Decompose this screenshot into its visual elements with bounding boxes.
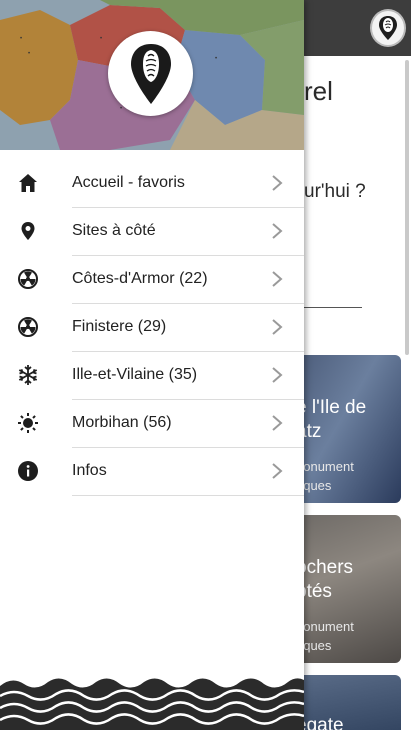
menu-item-finistere[interactable]: Finistere (29) <box>0 304 304 352</box>
info-icon <box>17 460 39 482</box>
chevron-right-icon <box>272 319 283 335</box>
header-logo-button[interactable] <box>370 9 406 47</box>
card-title-line: ochers <box>296 557 354 578</box>
menhir-pin-logo-icon <box>130 43 171 104</box>
scrollbar[interactable] <box>405 60 409 355</box>
menu-item-cotes-d-armor[interactable]: Côtes-d'Armor (22) <box>0 256 304 304</box>
site-card[interactable]: ochers ptés nonument riques <box>290 515 401 663</box>
page-heading-fragment: rel <box>304 76 333 106</box>
drawer-header-map: •• •• •• <box>0 0 304 150</box>
snowflake-icon <box>17 364 39 386</box>
heading-underline <box>304 307 362 308</box>
menu-item-label: Sites à côté <box>72 222 156 239</box>
menu-item-sites-a-cote[interactable]: Sites à côté <box>0 208 304 256</box>
drawer-menu: Accueil - favoris Sites à côté Côtes-d'A… <box>0 160 304 496</box>
chevron-right-icon <box>272 367 283 383</box>
radiation-icon <box>17 268 39 290</box>
menu-item-label: Côtes-d'Armor (22) <box>72 270 208 287</box>
card-title-line: e l'Ile de <box>296 397 367 418</box>
card-sub-line: nonument <box>296 619 354 634</box>
site-card[interactable]: e l'Ile de atz nonument riques <box>290 355 401 503</box>
divider <box>72 495 304 496</box>
menu-item-ille-et-vilaine[interactable]: Ille-et-Vilaine (35) <box>0 352 304 400</box>
menu-item-label: Ille-et-Vilaine (35) <box>72 366 198 383</box>
pin-logo-icon <box>379 16 397 40</box>
question-fragment: ur'hui ? <box>304 181 366 202</box>
chevron-right-icon <box>272 463 283 479</box>
menu-item-label: Finistere (29) <box>72 318 167 335</box>
chevron-right-icon <box>272 271 283 287</box>
card-sub-line: nonument <box>296 459 354 474</box>
home-icon <box>17 172 39 194</box>
menu-item-accueil-favoris[interactable]: Accueil - favoris <box>0 160 304 208</box>
navigation-drawer: •• •• •• Accueil - favoris <box>0 0 304 730</box>
radiation-icon <box>17 316 39 338</box>
menu-item-label: Accueil - favoris <box>72 174 185 191</box>
chevron-right-icon <box>272 415 283 431</box>
site-card[interactable]: égate <box>290 675 401 730</box>
sun-icon <box>17 412 39 434</box>
location-pin-icon <box>17 220 39 242</box>
menu-item-morbihan[interactable]: Morbihan (56) <box>0 400 304 448</box>
menu-item-label: Morbihan (56) <box>72 414 172 431</box>
menu-item-label: Infos <box>72 462 107 479</box>
menu-item-infos[interactable]: Infos <box>0 448 304 496</box>
app-logo <box>108 31 193 116</box>
chevron-right-icon <box>272 223 283 239</box>
waves-decoration <box>0 678 304 730</box>
chevron-right-icon <box>272 175 283 191</box>
